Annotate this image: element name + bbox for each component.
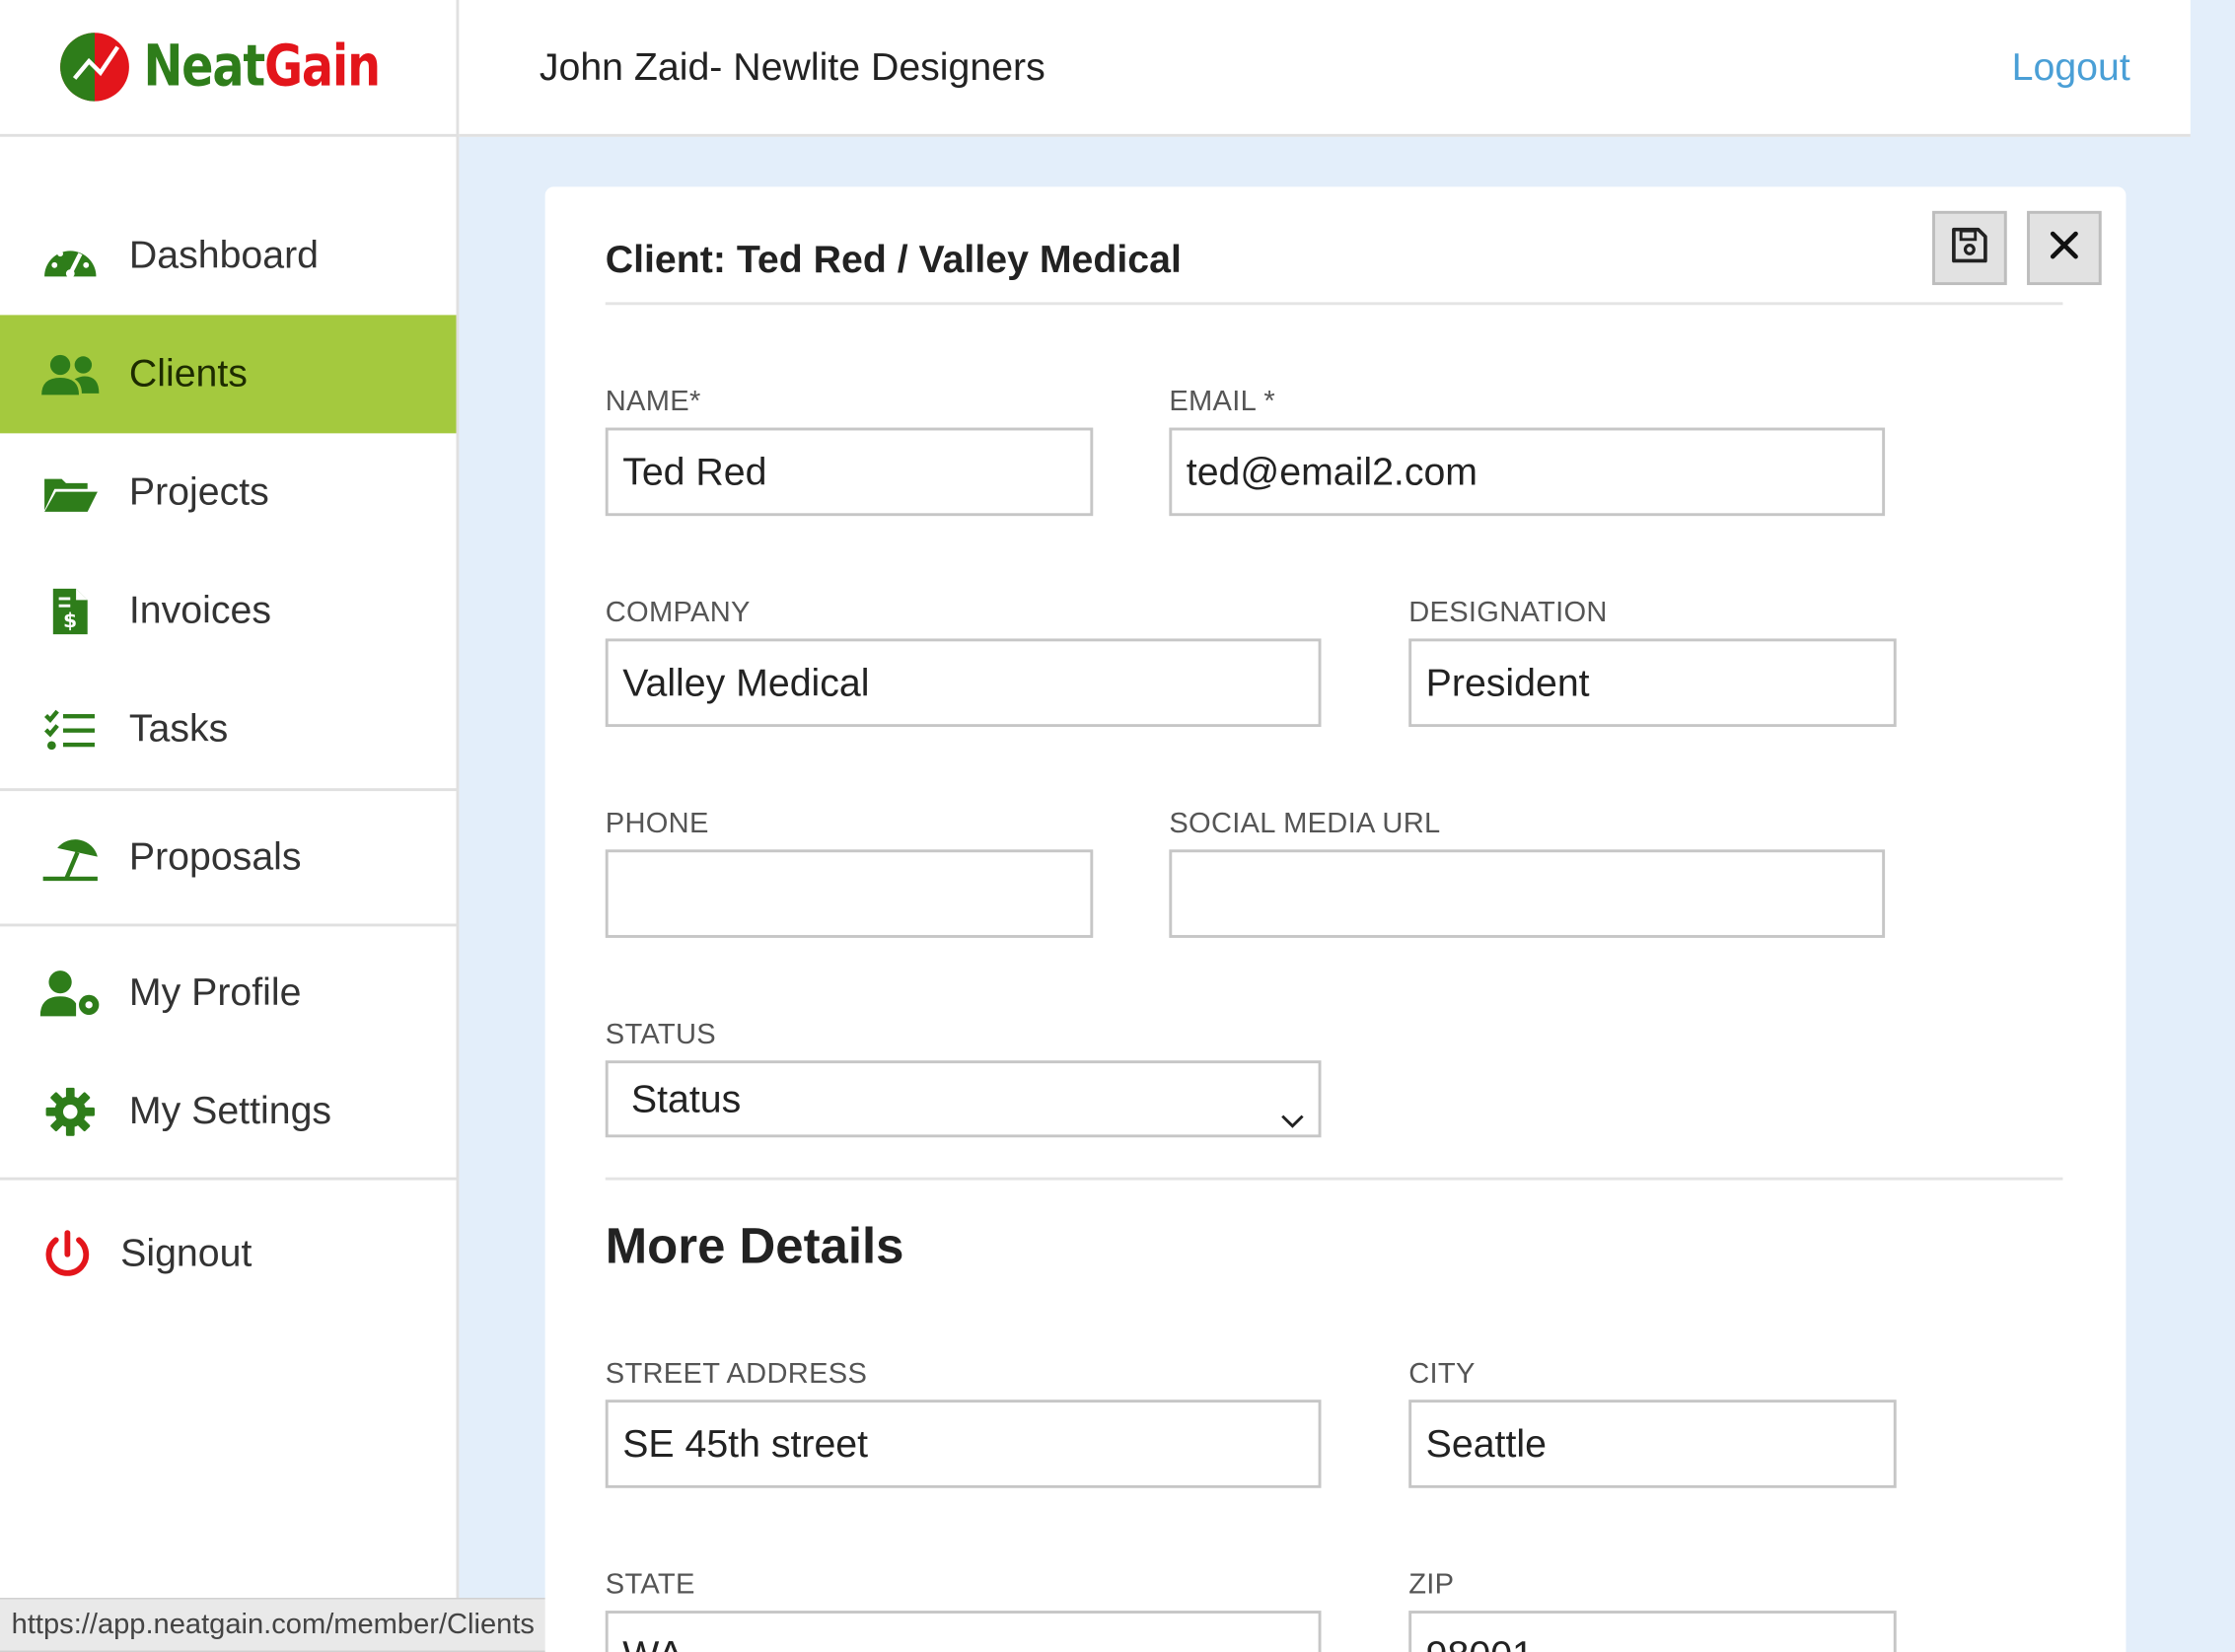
status-select[interactable]: Status (605, 1060, 1322, 1138)
street-address-label: STREET ADDRESS (605, 1358, 868, 1391)
zip-label: ZIP (1408, 1569, 1455, 1601)
dashboard-icon (40, 228, 101, 285)
social-media-url-field[interactable] (1169, 849, 1886, 938)
sidebar-item-label: My Profile (128, 970, 302, 1014)
save-button[interactable] (1932, 210, 2007, 286)
email-label: EMAIL * (1169, 386, 1276, 418)
zip-field[interactable]: 98001 (1408, 1611, 1897, 1652)
sidebar: Neat Gain Dashboard Clients Projects $ I… (0, 0, 460, 1652)
sidebar-item-signout[interactable]: Signout (0, 1194, 456, 1313)
nav-group-account: My Profile My Settings (0, 926, 457, 1181)
phone-field[interactable] (605, 849, 1094, 938)
save-icon (1951, 226, 1988, 270)
logout-link[interactable]: Logout (2012, 45, 2130, 90)
sidebar-item-my-settings[interactable]: My Settings (0, 1052, 456, 1171)
sidebar-item-invoices[interactable]: $ Invoices (0, 551, 456, 670)
sidebar-item-label: My Settings (128, 1089, 332, 1132)
close-icon (2049, 229, 2080, 267)
status-select-value: Status (630, 1077, 742, 1120)
header: John Zaid- Newlite Designers Logout (459, 0, 2191, 137)
sidebar-item-label: Tasks (128, 706, 229, 751)
more-details-heading: More Details (605, 1218, 904, 1275)
client-form-card: Client: Ted Red / Valley Medical NAME* T… (544, 186, 2127, 1652)
city-label: CITY (1408, 1358, 1476, 1391)
sidebar-item-projects[interactable]: Projects (0, 433, 456, 551)
gear-icon (40, 1083, 101, 1140)
nav-group-signout: Signout (0, 1181, 456, 1313)
user-cog-icon (39, 965, 101, 1022)
sidebar-item-dashboard[interactable]: Dashboard (0, 196, 456, 315)
social-media-url-label: SOCIAL MEDIA URL (1169, 808, 1441, 840)
svg-text:$: $ (63, 608, 77, 631)
company-field[interactable]: Valley Medical (605, 638, 1322, 728)
sidebar-item-my-profile[interactable]: My Profile (0, 934, 456, 1052)
nav-group-main: Dashboard Clients Projects $ Invoices Ta… (0, 137, 457, 792)
folder-open-icon (40, 464, 101, 521)
app-window: Neat Gain Dashboard Clients Projects $ I… (0, 0, 2235, 1652)
close-button[interactable] (2027, 210, 2102, 286)
state-field[interactable]: WA (605, 1611, 1322, 1652)
email-field[interactable]: ted@email2.com (1169, 427, 1886, 517)
name-field[interactable]: Ted Red (605, 427, 1094, 517)
designation-label: DESIGNATION (1408, 597, 1608, 629)
sidebar-item-label: Proposals (128, 834, 302, 879)
sidebar-item-label: Projects (128, 469, 269, 514)
tasks-icon (40, 700, 101, 757)
city-field[interactable]: Seattle (1408, 1400, 1897, 1488)
sidebar-item-label: Invoices (128, 588, 271, 632)
account-name: John Zaid- Newlite Designers (539, 45, 1045, 89)
nav-group-proposals: Proposals (0, 791, 457, 927)
phone-label: PHONE (605, 808, 709, 840)
page-gutter (2190, 0, 2235, 1652)
users-icon (40, 345, 101, 402)
section-divider (605, 1177, 2063, 1181)
invoice-icon: $ (40, 582, 101, 639)
name-label: NAME* (605, 386, 701, 418)
sidebar-item-label: Dashboard (128, 234, 320, 277)
brand-logo[interactable]: Neat Gain (0, 0, 457, 137)
title-divider (605, 302, 2063, 306)
sidebar-item-tasks[interactable]: Tasks (0, 670, 456, 788)
umbrella-beach-icon (40, 828, 101, 886)
company-label: COMPANY (605, 597, 751, 629)
sidebar-item-clients[interactable]: Clients (0, 315, 457, 434)
chevron-down-icon (1278, 1086, 1307, 1128)
street-address-field[interactable]: SE 45th street (605, 1400, 1322, 1488)
status-bar-url: https://app.neatgain.com/member/Clients (0, 1598, 548, 1652)
page-title: Client: Ted Red / Valley Medical (605, 238, 1182, 281)
sidebar-item-proposals[interactable]: Proposals (0, 798, 456, 916)
brand-wordmark: Neat Gain (143, 34, 381, 101)
power-icon (40, 1225, 95, 1282)
status-label: STATUS (605, 1019, 716, 1051)
sidebar-item-label: Signout (120, 1231, 252, 1275)
designation-field[interactable]: President (1408, 638, 1897, 728)
sidebar-item-label: Clients (128, 351, 248, 395)
state-label: STATE (605, 1569, 695, 1601)
logo-icon (57, 30, 132, 104)
